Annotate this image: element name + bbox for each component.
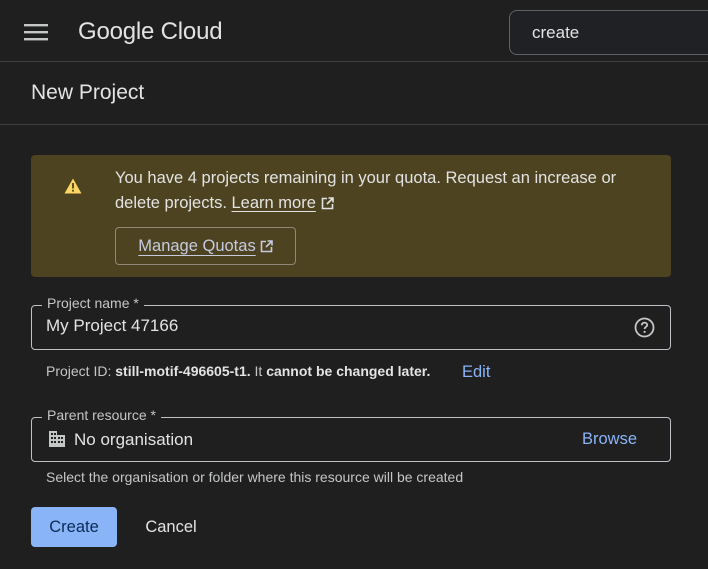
project-id-info: Project ID: still-motif-496605-t1. It ca…: [46, 363, 430, 379]
quota-message-text: You have 4 projects remaining in your qu…: [115, 169, 617, 212]
learn-more-label: Learn more: [231, 194, 316, 212]
manage-quotas-button[interactable]: Manage Quotas: [115, 227, 296, 265]
organisation-icon: [49, 431, 65, 447]
browse-button[interactable]: Browse: [582, 430, 637, 449]
project-id-value: still-motif-496605-t1.: [115, 363, 251, 379]
project-name-input[interactable]: [46, 316, 606, 336]
search-input[interactable]: [532, 22, 702, 43]
edit-project-id-button[interactable]: Edit: [462, 363, 490, 382]
parent-resource-label: Parent resource *: [42, 407, 161, 423]
quota-message: You have 4 projects remaining in your qu…: [115, 166, 655, 216]
external-link-icon: [321, 197, 334, 210]
warning-icon: [64, 178, 82, 194]
top-bar: Google Cloud: [0, 0, 708, 62]
page-header: New Project: [0, 63, 708, 125]
parent-resource-hint: Select the organisation or folder where …: [46, 469, 464, 485]
help-icon[interactable]: [634, 317, 655, 338]
quota-warning-banner: You have 4 projects remaining in your qu…: [31, 155, 671, 277]
external-link-icon: [260, 239, 273, 252]
google-cloud-logo[interactable]: Google Cloud: [78, 16, 223, 48]
project-id-middle: It: [254, 363, 263, 379]
manage-quotas-label: Manage Quotas: [138, 236, 256, 255]
parent-resource-value: No organisation: [74, 430, 194, 449]
search-box[interactable]: [509, 10, 708, 55]
page-title: New Project: [31, 81, 145, 104]
project-id-prefix: Project ID:: [46, 363, 112, 379]
project-name-field[interactable]: Project name *: [31, 295, 671, 350]
project-id-note: cannot be changed later.: [266, 363, 431, 379]
main-menu-button[interactable]: [20, 18, 52, 46]
project-name-label: Project name *: [42, 295, 144, 311]
learn-more-link[interactable]: Learn more: [232, 191, 334, 216]
create-button[interactable]: Create: [31, 507, 117, 547]
parent-resource-field[interactable]: Parent resource * No organisation Browse: [31, 407, 671, 462]
menu-icon: [24, 24, 48, 41]
cancel-button[interactable]: Cancel: [131, 507, 211, 547]
